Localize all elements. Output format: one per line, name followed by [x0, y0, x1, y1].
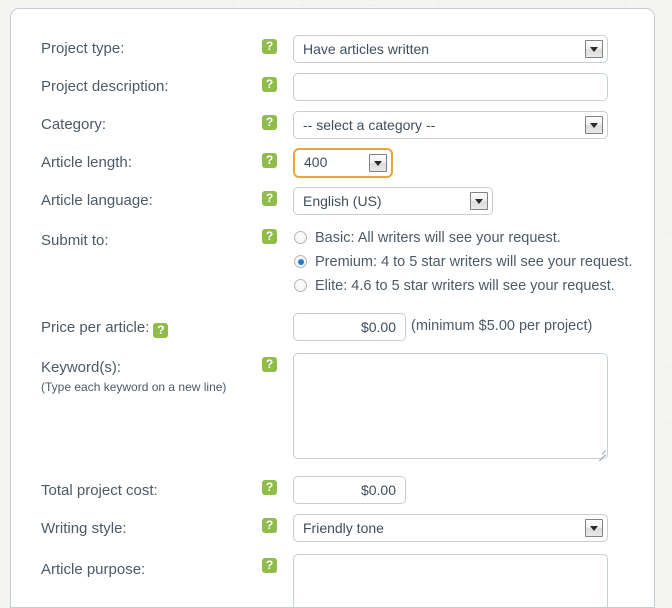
price-minimum-hint: (minimum $5.00 per project)	[411, 318, 593, 334]
help-question-icon[interactable]: ?	[153, 323, 169, 338]
textarea-article-purpose[interactable]	[293, 554, 608, 607]
label-keywords: Keyword(s):	[41, 359, 122, 376]
select-writing-style-value: Friendly tone	[303, 520, 384, 536]
chevron-down-icon[interactable]	[585, 40, 603, 58]
select-article-language[interactable]: English (US)	[293, 187, 493, 215]
radio-label-basic: Basic: All writers will see your request…	[315, 230, 561, 246]
select-project-type[interactable]: Have articles written	[293, 35, 608, 63]
select-category[interactable]: -- select a category --	[293, 111, 608, 139]
label-article-language: Article language:	[41, 192, 153, 209]
label-article-purpose: Article purpose:	[41, 561, 146, 578]
label-article-length: Article length:	[41, 154, 132, 171]
label-project-description: Project description:	[41, 78, 169, 95]
help-question-icon[interactable]: ?	[262, 357, 277, 372]
input-project-description[interactable]	[293, 73, 608, 101]
help-question-icon[interactable]: ?	[262, 115, 277, 130]
chevron-down-icon[interactable]	[369, 154, 387, 172]
label-submit-to: Submit to:	[41, 232, 109, 249]
label-project-type: Project type:	[41, 40, 125, 57]
help-question-icon[interactable]: ?	[262, 480, 277, 495]
label-keywords-sublabel: (Type each keyword on a new line)	[41, 380, 227, 394]
chevron-down-icon[interactable]	[585, 116, 603, 134]
label-price-per-article: Price per article:?	[41, 319, 169, 338]
input-total-project-cost[interactable]	[293, 476, 406, 504]
help-question-icon[interactable]: ?	[262, 39, 277, 54]
label-price-per-article-text: Price per article:	[41, 319, 150, 336]
form-panel-inner: Project type: ? Have articles written Pr…	[11, 9, 654, 607]
select-article-length[interactable]: 400	[293, 148, 393, 178]
chevron-down-icon[interactable]	[585, 519, 603, 537]
help-question-icon[interactable]: ?	[262, 518, 277, 533]
help-question-icon[interactable]: ?	[262, 558, 277, 573]
select-writing-style[interactable]: Friendly tone	[293, 514, 608, 542]
radio-dot-elite[interactable]	[294, 279, 307, 292]
radio-dot-basic[interactable]	[294, 231, 307, 244]
help-question-icon[interactable]: ?	[262, 153, 277, 168]
select-category-value: -- select a category --	[303, 117, 436, 133]
select-article-length-value: 400	[304, 154, 328, 170]
radio-label-elite: Elite: 4.6 to 5 star writers will see yo…	[315, 278, 615, 294]
label-category: Category:	[41, 116, 107, 133]
radio-label-premium: Premium: 4 to 5 star writers will see yo…	[315, 254, 633, 270]
help-question-icon[interactable]: ?	[262, 229, 277, 244]
label-total-project-cost: Total project cost:	[41, 482, 158, 499]
form-panel: Project type: ? Have articles written Pr…	[10, 8, 655, 608]
help-question-icon[interactable]: ?	[262, 191, 277, 206]
select-article-language-value: English (US)	[303, 193, 382, 209]
label-writing-style: Writing style:	[41, 520, 127, 537]
input-price-per-article[interactable]	[293, 313, 406, 341]
textarea-keywords[interactable]	[293, 353, 608, 459]
radio-dot-premium[interactable]	[294, 255, 307, 268]
chevron-down-icon[interactable]	[470, 192, 488, 210]
select-project-type-value: Have articles written	[303, 41, 430, 57]
help-question-icon[interactable]: ?	[262, 77, 277, 92]
